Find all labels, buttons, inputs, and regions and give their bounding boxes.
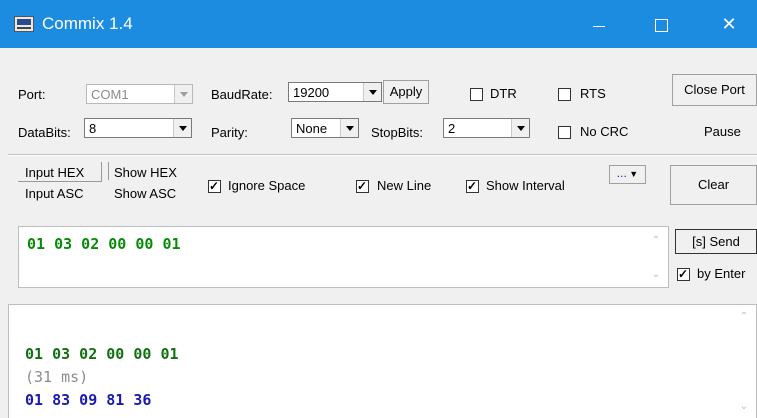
output-log[interactable]: 01 03 02 00 00 01 (31 ms) 01 83 09 81 36…: [8, 304, 757, 418]
dtr-label: DTR: [490, 86, 517, 101]
chevron-down-icon: [363, 83, 381, 101]
baudrate-label: BaudRate:: [211, 87, 273, 102]
show-interval-checkbox[interactable]: [466, 178, 479, 194]
scroll-up-icon[interactable]: ⌃: [650, 235, 662, 247]
new-line-checkbox[interactable]: [356, 178, 369, 194]
clear-button[interactable]: Clear: [670, 165, 757, 205]
separator: [8, 154, 757, 156]
send-input[interactable]: 01 03 02 00 00 01 ⌃ ⌄: [18, 226, 669, 288]
minimize-icon: [593, 25, 605, 27]
close-port-button[interactable]: Close Port: [672, 74, 757, 106]
scroll-down-icon[interactable]: ⌄: [650, 269, 662, 281]
parity-label: Parity:: [211, 125, 248, 140]
maximize-button[interactable]: [636, 0, 686, 48]
show-hex-toggle[interactable]: Show HEX: [114, 165, 177, 180]
chevron-down-icon: ▼: [626, 169, 639, 179]
port-value: COM1: [91, 87, 129, 102]
output-line-sent: 01 03 02 00 00 01: [25, 345, 179, 363]
send-button[interactable]: [s] Send: [675, 229, 757, 254]
chevron-down-icon: [173, 119, 191, 137]
baudrate-value: 19200: [293, 85, 330, 100]
ignore-space-checkbox[interactable]: [208, 178, 221, 194]
show-asc-toggle[interactable]: Show ASC: [114, 186, 176, 201]
close-button[interactable]: ✕: [704, 0, 754, 48]
more-label: ...: [616, 166, 627, 180]
databits-select[interactable]: 8: [84, 118, 192, 138]
new-line-label: New Line: [377, 178, 432, 193]
rts-label: RTS: [580, 86, 606, 101]
databits-value: 8: [89, 121, 97, 136]
baudrate-select[interactable]: 19200: [288, 82, 382, 102]
parity-value: None: [296, 121, 328, 136]
chevron-down-icon: [340, 119, 358, 137]
scroll-down-icon[interactable]: ⌄: [738, 401, 750, 413]
dtr-checkbox[interactable]: [470, 88, 483, 101]
input-hex-toggle[interactable]: Input HEX: [25, 165, 84, 180]
nocrc-checkbox[interactable]: [558, 126, 571, 139]
scroll-up-icon[interactable]: ⌃: [738, 311, 750, 323]
close-icon: ✕: [721, 14, 737, 34]
port-label: Port:: [18, 87, 46, 102]
stopbits-value: 2: [448, 121, 456, 136]
chevron-down-icon: [174, 85, 192, 103]
nocrc-label: No CRC: [580, 124, 629, 139]
input-asc-toggle[interactable]: Input ASC: [25, 186, 84, 201]
app-window: Commix 1.4 ✕ Port: COM1 BaudRate: 19200 …: [0, 0, 757, 418]
ignore-space-label: Ignore Space: [228, 178, 306, 193]
output-line-received: 01 83 09 81 36: [25, 391, 152, 409]
output-line-interval: (31 ms): [25, 368, 89, 386]
app-icon: [14, 16, 34, 32]
by-enter-checkbox[interactable]: [677, 266, 690, 282]
chevron-down-icon: [511, 119, 529, 137]
maximize-icon: [654, 18, 668, 32]
title-bar[interactable]: Commix 1.4 ✕: [0, 0, 757, 48]
divider: [108, 162, 109, 180]
parity-select[interactable]: None: [291, 118, 359, 138]
show-interval-label: Show Interval: [486, 178, 565, 193]
databits-label: DataBits:: [18, 125, 71, 140]
stopbits-label: StopBits:: [371, 125, 424, 140]
window-title: Commix 1.4: [42, 14, 133, 33]
rts-checkbox[interactable]: [558, 88, 571, 101]
minimize-button[interactable]: [574, 0, 624, 48]
more-options-button[interactable]: ... ▼: [609, 165, 646, 184]
stopbits-select[interactable]: 2: [443, 118, 530, 138]
by-enter-label: by Enter: [697, 266, 746, 281]
port-select[interactable]: COM1: [86, 84, 193, 104]
pause-button[interactable]: Pause: [704, 124, 741, 139]
apply-button[interactable]: Apply: [383, 80, 429, 104]
send-input-value: 01 03 02 00 00 01: [27, 235, 181, 253]
